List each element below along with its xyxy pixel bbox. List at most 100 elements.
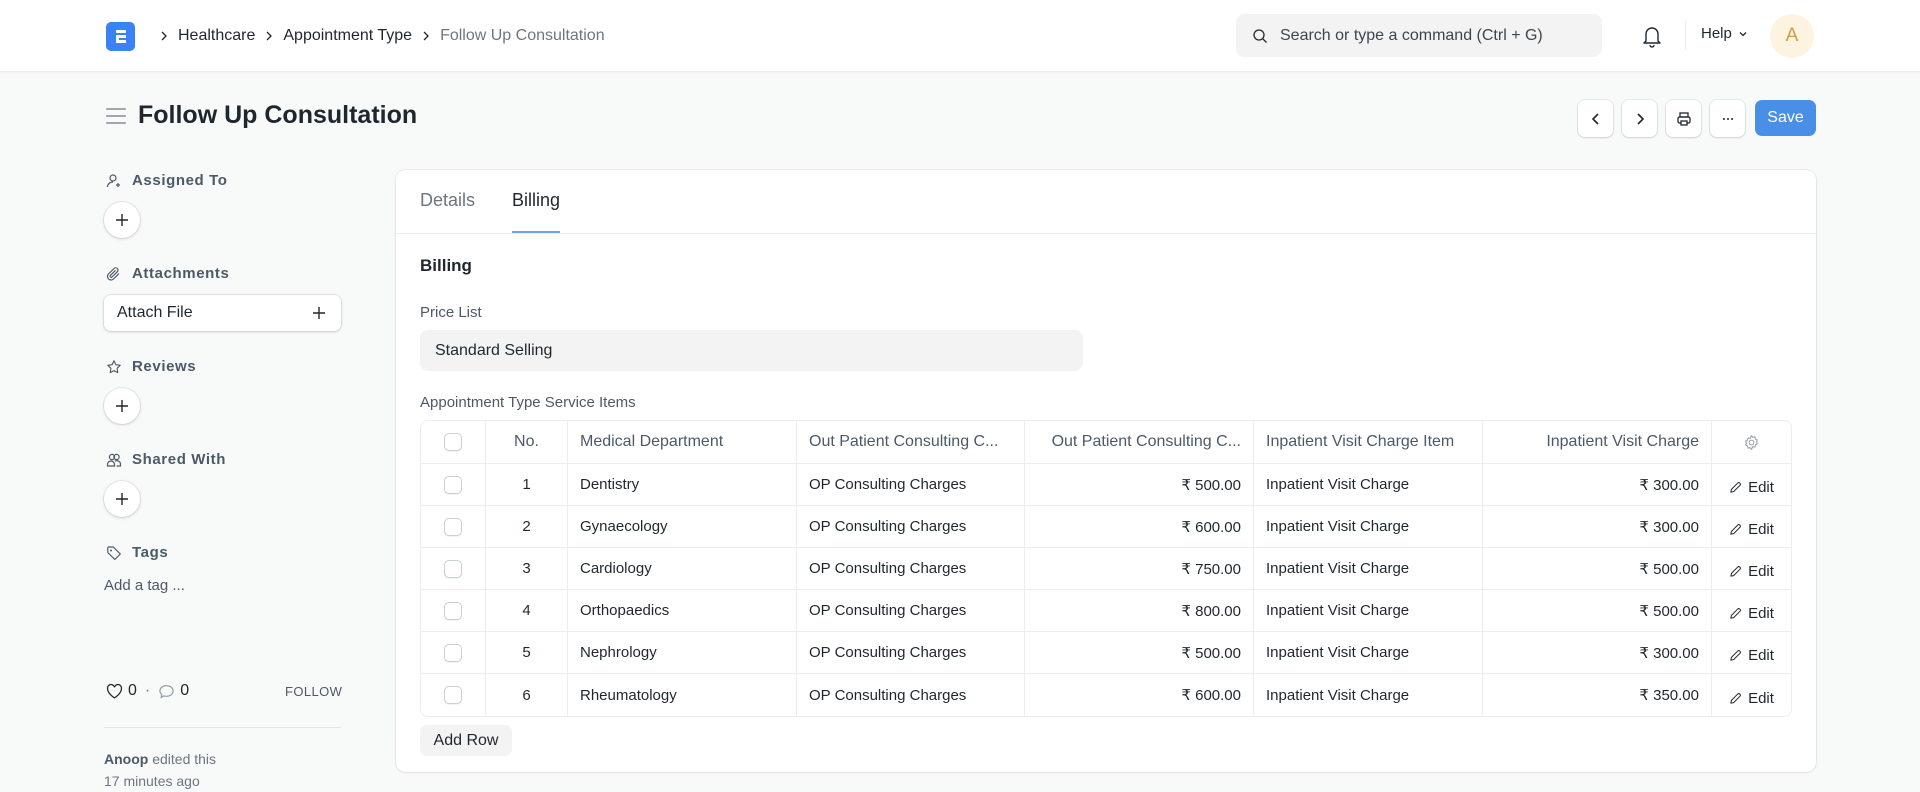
row-checkbox[interactable] (444, 517, 462, 536)
table-row[interactable]: 4 Orthopaedics OP Consulting Charges ₹ 8… (421, 590, 1791, 632)
previous-record-button[interactable] (1578, 100, 1613, 137)
table-row[interactable]: 5 Nephrology OP Consulting Charges ₹ 500… (421, 632, 1791, 674)
edit-row-button[interactable]: Edit (1729, 690, 1774, 707)
add-assignee-button[interactable] (104, 202, 140, 238)
edit-label: Edit (1748, 689, 1774, 707)
inpatient-visit-item-cell[interactable]: Inpatient Visit Charge (1254, 506, 1483, 547)
breadcrumb-appointment-type[interactable]: Appointment Type (283, 27, 412, 45)
follow-button[interactable]: FOLLOW (285, 684, 342, 699)
users-icon (106, 453, 122, 467)
inpatient-visit-charge-cell[interactable]: ₹ 500.00 (1483, 548, 1712, 589)
medical-department-cell[interactable]: Dentistry (568, 464, 797, 505)
attach-file-button[interactable]: Attach File (104, 295, 341, 331)
medical-department-cell[interactable]: Orthopaedics (568, 590, 797, 631)
medical-department-cell[interactable]: Nephrology (568, 632, 797, 673)
inpatient-visit-charge-cell[interactable]: ₹ 500.00 (1483, 590, 1712, 631)
row-checkbox[interactable] (444, 475, 462, 494)
tags-label: Tags (132, 544, 169, 561)
inpatient-visit-item-cell[interactable]: Inpatient Visit Charge (1254, 632, 1483, 673)
row-checkbox[interactable] (444, 601, 462, 620)
row-checkbox[interactable] (444, 559, 462, 578)
tab-details[interactable]: Details (420, 190, 475, 231)
row-checkbox[interactable] (444, 643, 462, 662)
inpatient-visit-item-cell[interactable]: Inpatient Visit Charge (1254, 674, 1483, 716)
row-checkbox-cell (421, 674, 486, 716)
medical-department-cell[interactable]: Cardiology (568, 548, 797, 589)
op-consulting-item-cell[interactable]: OP Consulting Charges (797, 548, 1025, 589)
social-stats: 0 · 0 (106, 682, 189, 700)
table-row[interactable]: 3 Cardiology OP Consulting Charges ₹ 750… (421, 548, 1791, 590)
heart-icon[interactable] (106, 683, 123, 700)
edit-row-button[interactable]: Edit (1729, 563, 1774, 580)
price-list-field[interactable] (420, 330, 1083, 371)
op-consulting-charge-cell[interactable]: ₹ 750.00 (1025, 548, 1254, 589)
op-consulting-item-cell[interactable]: OP Consulting Charges (797, 674, 1025, 716)
op-consulting-charge-cell[interactable]: ₹ 800.00 (1025, 590, 1254, 631)
next-record-button[interactable] (1622, 100, 1657, 137)
likes-count: 0 (128, 682, 137, 699)
edit-row-button[interactable]: Edit (1729, 605, 1774, 622)
select-all-checkbox[interactable] (444, 433, 462, 451)
table-row[interactable]: 2 Gynaecology OP Consulting Charges ₹ 60… (421, 506, 1791, 548)
row-actions-cell: Edit (1712, 590, 1791, 631)
add-row-button[interactable]: Add Row (420, 725, 512, 756)
notification-bell-icon[interactable] (1641, 24, 1663, 48)
table-body: 1 Dentistry OP Consulting Charges ₹ 500.… (421, 464, 1791, 716)
tab-billing[interactable]: Billing (512, 190, 561, 233)
print-button[interactable] (1666, 100, 1701, 137)
pencil-icon (1730, 692, 1741, 704)
table-row[interactable]: 6 Rheumatology OP Consulting Charges ₹ 6… (421, 674, 1791, 716)
breadcrumb-healthcare[interactable]: Healthcare (178, 27, 255, 45)
assigned-to-label: Assigned To (132, 172, 228, 189)
app-logo[interactable] (106, 22, 135, 51)
search-bar[interactable] (1236, 14, 1602, 57)
op-consulting-charge-cell[interactable]: ₹ 600.00 (1025, 674, 1254, 716)
breadcrumb-current[interactable]: Follow Up Consultation (440, 27, 605, 45)
medical-department-cell[interactable]: Rheumatology (568, 674, 797, 716)
pencil-icon (1730, 608, 1741, 619)
pencil-icon (1730, 650, 1741, 661)
row-checkbox[interactable] (444, 686, 462, 704)
save-button[interactable]: Save (1755, 100, 1816, 136)
table-row[interactable]: 1 Dentistry OP Consulting Charges ₹ 500.… (421, 464, 1791, 506)
comment-icon[interactable] (158, 683, 175, 700)
op-consulting-charge-cell[interactable]: ₹ 500.00 (1025, 632, 1254, 673)
user-avatar[interactable]: A (1770, 14, 1814, 58)
op-consulting-item-cell[interactable]: OP Consulting Charges (797, 506, 1025, 547)
inpatient-visit-item-cell[interactable]: Inpatient Visit Charge (1254, 464, 1483, 505)
search-input[interactable] (1280, 26, 1580, 45)
row-number: 1 (486, 464, 568, 505)
medical-department-cell[interactable]: Gynaecology (568, 506, 797, 547)
form-card: Details Billing Billing Price List Appoi… (396, 170, 1816, 772)
add-tag-link[interactable]: Add a tag ... (104, 577, 185, 594)
comments-count: 0 (180, 682, 190, 699)
op-consulting-charge-cell[interactable]: ₹ 500.00 (1025, 464, 1254, 505)
row-number: 5 (486, 632, 568, 673)
inpatient-visit-charge-cell[interactable]: ₹ 350.00 (1483, 674, 1712, 716)
inpatient-visit-item-cell[interactable]: Inpatient Visit Charge (1254, 590, 1483, 631)
add-review-button[interactable] (104, 388, 140, 424)
more-actions-button[interactable] (1710, 100, 1745, 137)
op-consulting-item-cell[interactable]: OP Consulting Charges (797, 464, 1025, 505)
inpatient-visit-charge-cell[interactable]: ₹ 300.00 (1483, 506, 1712, 547)
column-settings-button[interactable] (1712, 421, 1791, 463)
edit-row-button[interactable]: Edit (1729, 521, 1774, 538)
star-icon (107, 359, 121, 373)
op-consulting-item-cell[interactable]: OP Consulting Charges (797, 590, 1025, 631)
inpatient-visit-charge-cell[interactable]: ₹ 300.00 (1483, 464, 1712, 505)
activity-user[interactable]: Anoop (104, 751, 148, 767)
chevron-down-icon (1739, 31, 1747, 36)
inpatient-visit-charge-cell[interactable]: ₹ 300.00 (1483, 632, 1712, 673)
chevron-right-icon (416, 31, 436, 41)
edit-row-button[interactable]: Edit (1729, 479, 1774, 496)
inpatient-visit-item-cell[interactable]: Inpatient Visit Charge (1254, 548, 1483, 589)
op-consulting-item-cell[interactable]: OP Consulting Charges (797, 632, 1025, 673)
row-actions-cell: Edit (1712, 674, 1791, 716)
edit-row-button[interactable]: Edit (1729, 647, 1774, 664)
add-share-button[interactable] (104, 481, 140, 517)
op-consulting-charge-cell[interactable]: ₹ 600.00 (1025, 506, 1254, 547)
plus-icon (116, 400, 128, 412)
help-dropdown[interactable]: Help (1701, 25, 1748, 42)
row-actions-cell: Edit (1712, 506, 1791, 547)
sidebar-toggle-icon[interactable] (106, 108, 126, 126)
